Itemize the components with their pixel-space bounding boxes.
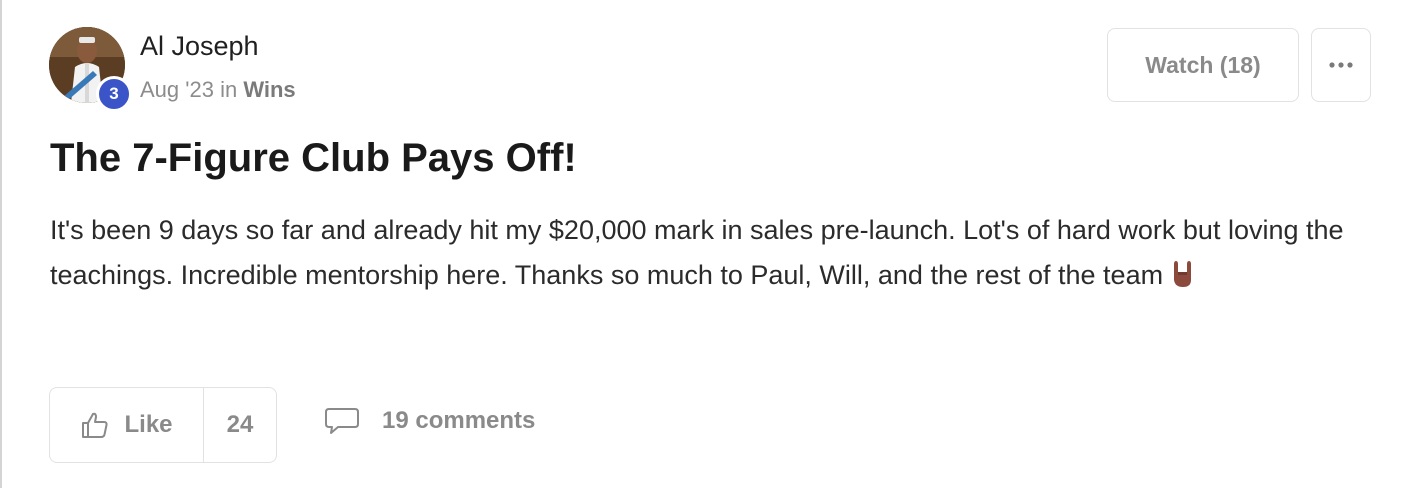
ellipsis-icon (1329, 62, 1353, 68)
like-button[interactable]: Like (50, 388, 203, 462)
category-link[interactable]: Wins (243, 77, 295, 102)
thumbs-up-icon (82, 412, 109, 438)
comment-bubble-icon (325, 408, 359, 434)
post-body: It's been 9 days so far and already hit … (50, 208, 1370, 302)
like-group: Like 24 (49, 387, 277, 463)
level-badge: 3 (96, 76, 132, 112)
watch-button[interactable]: Watch (18) (1107, 28, 1299, 102)
meta-in-word: in (220, 77, 238, 102)
more-options-button[interactable] (1311, 28, 1371, 102)
comments-count: 19 comments (382, 407, 536, 434)
like-count[interactable]: 24 (203, 388, 276, 462)
post-card: 3 Al Joseph Aug '23 in Wins Watch (18) T… (0, 0, 1416, 488)
rock-on-hand-emoji (1171, 257, 1195, 302)
author-name[interactable]: Al Joseph (140, 31, 259, 62)
post-body-text: It's been 9 days so far and already hit … (50, 215, 1344, 290)
post-title[interactable]: The 7-Figure Club Pays Off! (50, 136, 577, 181)
like-label: Like (124, 411, 173, 438)
comments-link[interactable]: 19 comments (324, 406, 535, 436)
post-meta: Aug '23 in Wins (140, 77, 296, 103)
post-date[interactable]: Aug '23 (140, 77, 214, 102)
